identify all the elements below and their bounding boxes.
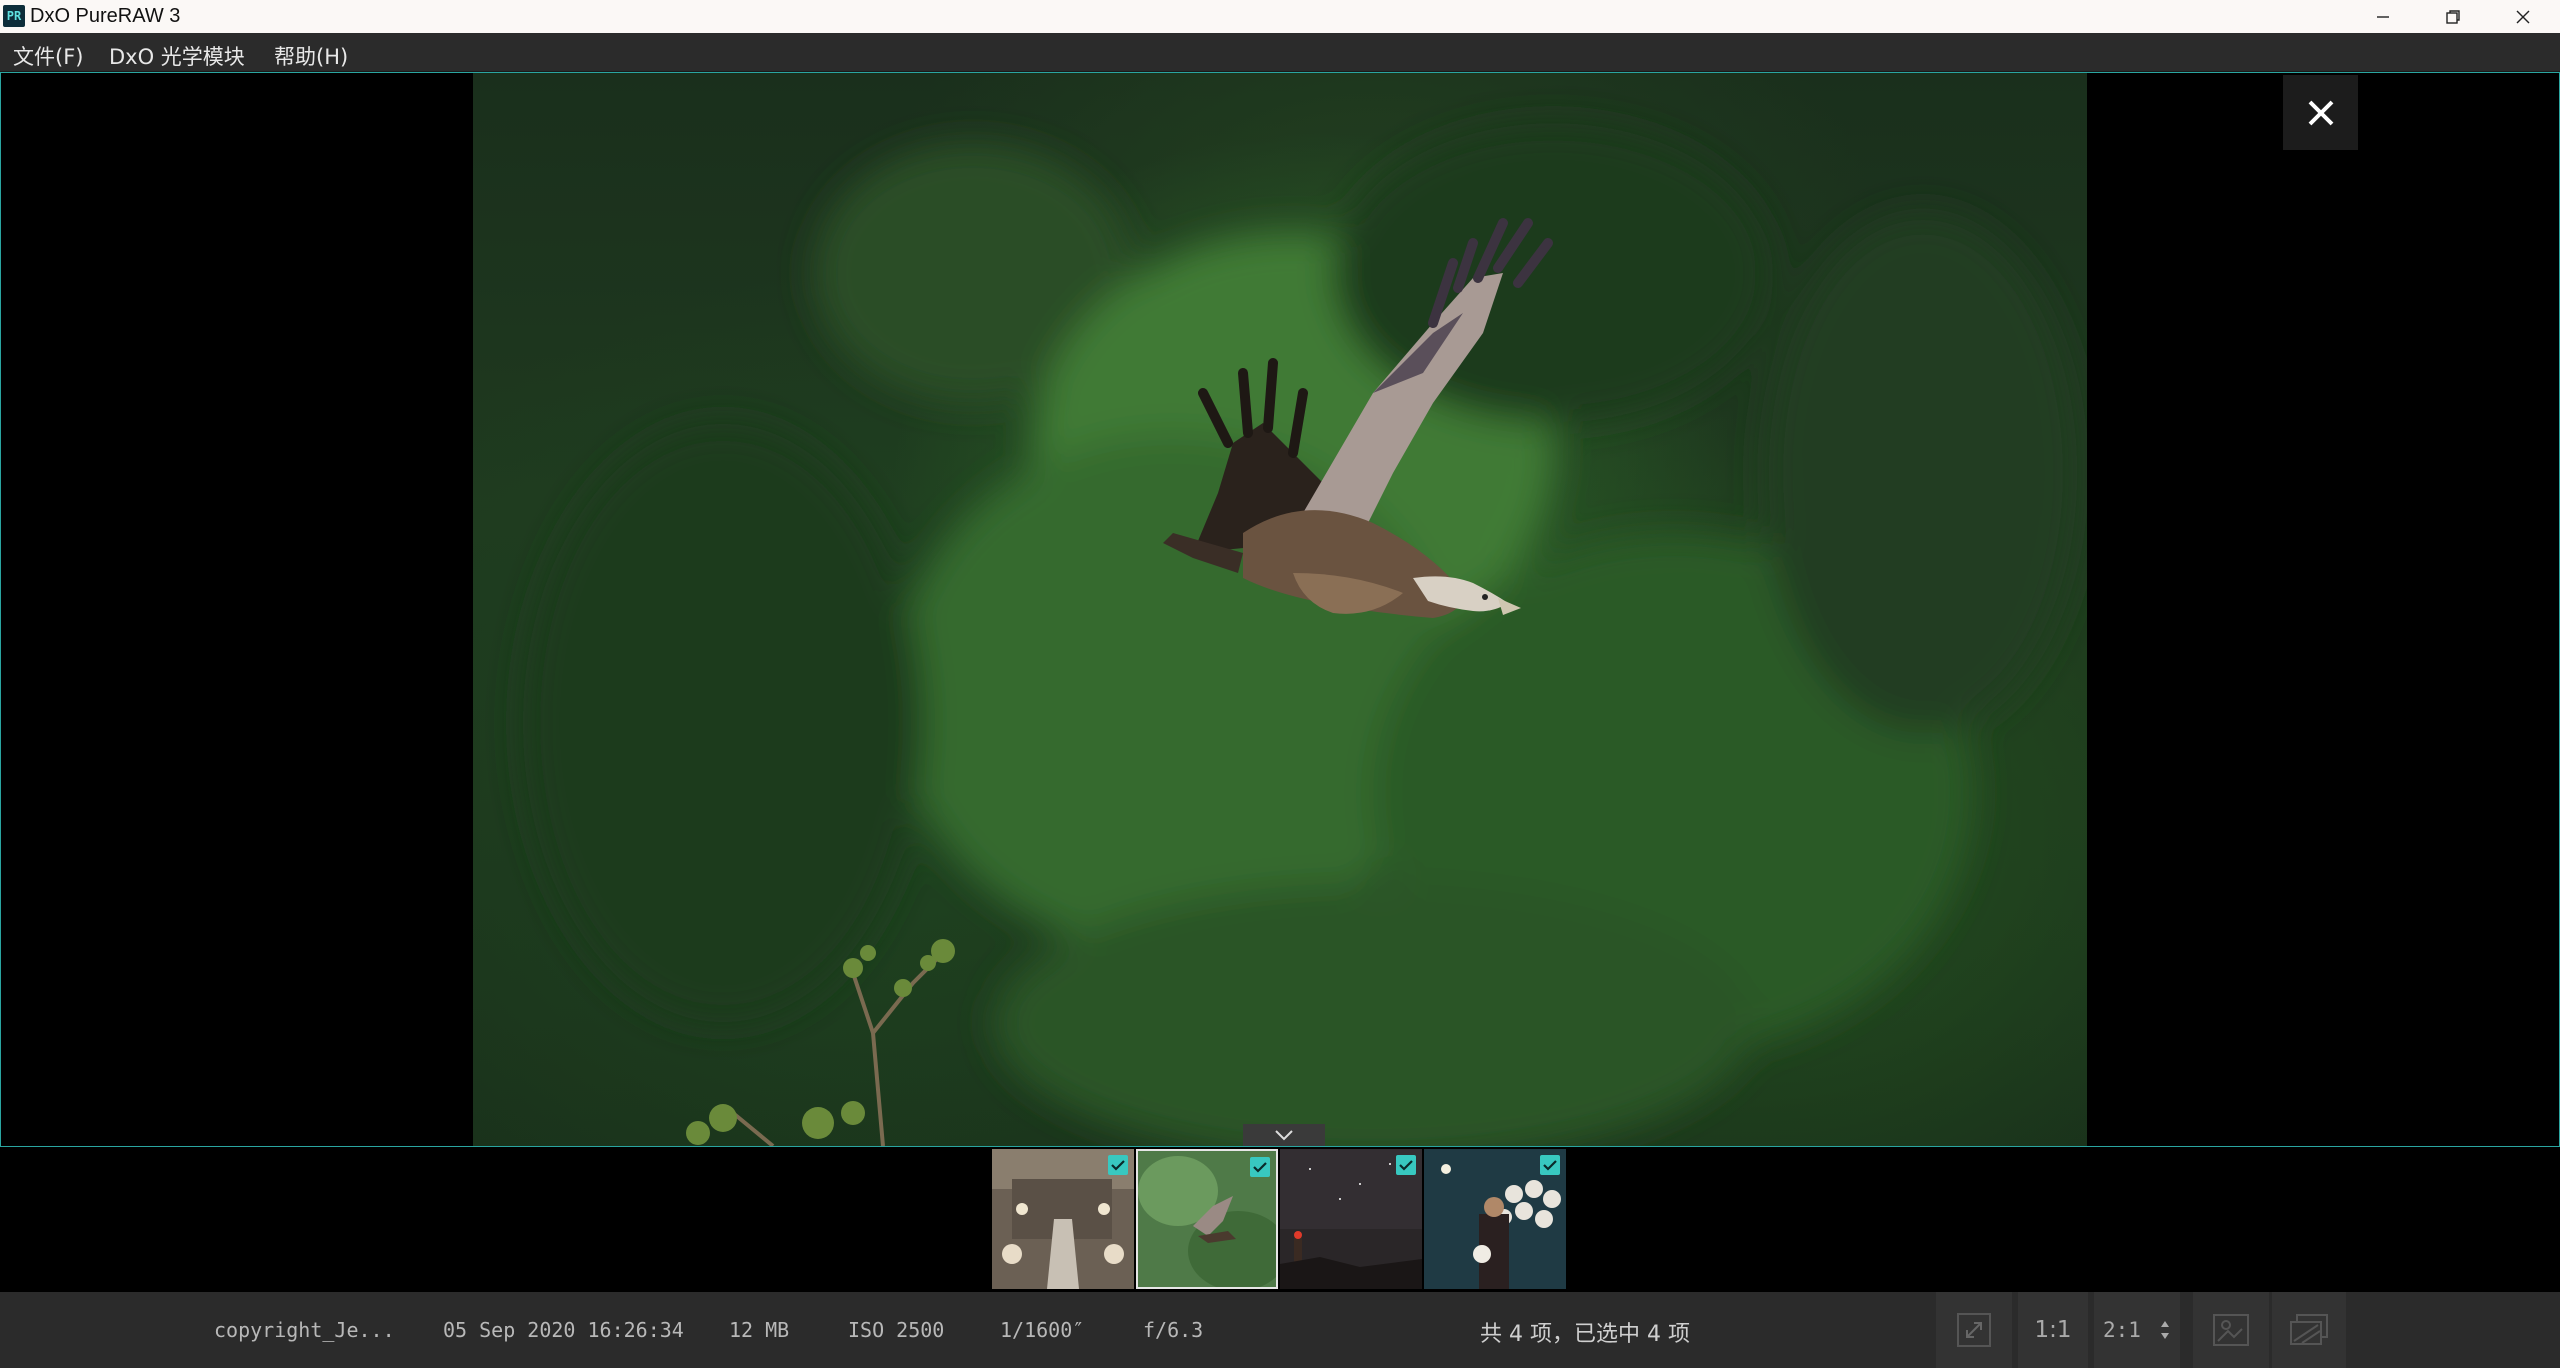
thumbnail-checkbox[interactable] — [1108, 1155, 1128, 1175]
check-icon — [1543, 1160, 1557, 1171]
file-size: 12 MB — [729, 1318, 790, 1342]
thumbnail-vulture[interactable] — [1136, 1149, 1278, 1289]
stepper-arrows-icon — [2160, 1321, 2169, 1339]
selection-count: 共 4 项，已选中 4 项 — [1480, 1322, 1690, 1347]
zoom-2-1-stepper[interactable]: 2:1 — [2094, 1292, 2180, 1368]
capture-datetime: 05 Sep 2020 16:26:34 — [443, 1318, 684, 1342]
filmstrip — [0, 1147, 2560, 1291]
close-preview-button[interactable] — [2283, 75, 2358, 150]
copyright-text: copyright_Je... — [214, 1318, 395, 1342]
shutter-speed: 1/1600″ — [1000, 1318, 1085, 1342]
thumbnail-lighthouse[interactable] — [1280, 1149, 1422, 1289]
vulture-photo — [523, 123, 2083, 1146]
status-bar: copyright_Je... 05 Sep 2020 16:26:34 12 … — [0, 1292, 2560, 1368]
thumbnail-opera-house[interactable] — [992, 1149, 1134, 1289]
fit-screen-icon — [1957, 1313, 1991, 1347]
zoom-2-1-label: 2:1 — [2103, 1318, 2141, 1342]
zoom-1-1-label: 1:1 — [2034, 1317, 2072, 1343]
aperture-value: f/6.3 — [1143, 1318, 1204, 1342]
check-icon — [1253, 1162, 1267, 1173]
zoom-1-1-button[interactable]: 1:1 — [2018, 1292, 2088, 1368]
fit-to-screen-button[interactable] — [1936, 1292, 2012, 1368]
title-bar: PR DxO PureRAW 3 — [0, 0, 2560, 33]
app-icon: PR — [3, 5, 25, 27]
menu-file[interactable]: 文件(F) — [7, 39, 89, 73]
image-compare-icon — [2213, 1314, 2249, 1346]
minimize-button[interactable] — [2348, 0, 2418, 33]
restore-icon — [2446, 9, 2460, 24]
check-icon — [1111, 1160, 1125, 1171]
minimize-icon — [2377, 15, 2389, 18]
collapse-filmstrip-button[interactable] — [1243, 1124, 1325, 1146]
menu-bar: 文件(F) DxO 光学模块 帮助(H) — [0, 33, 2560, 72]
preview-image — [473, 73, 2087, 1146]
compare-view-button[interactable] — [2193, 1292, 2269, 1368]
iso-value: ISO 2500 — [848, 1318, 945, 1342]
layers-icon — [2290, 1314, 2328, 1345]
chevron-down-icon — [1275, 1130, 1293, 1141]
restore-button[interactable] — [2418, 0, 2488, 33]
image-viewer[interactable] — [0, 72, 2560, 1147]
thumbnail-checkbox[interactable] — [1540, 1155, 1560, 1175]
close-window-icon — [2516, 10, 2530, 23]
menu-help[interactable]: 帮助(H) — [268, 39, 354, 73]
menu-dxo-optics-modules[interactable]: DxO 光学模块 — [103, 39, 251, 73]
check-icon — [1399, 1160, 1413, 1171]
batch-process-button[interactable] — [2272, 1292, 2346, 1368]
window-title: DxO PureRAW 3 — [30, 5, 181, 27]
close-window-button[interactable] — [2488, 0, 2558, 33]
thumbnail-portrait[interactable] — [1424, 1149, 1566, 1289]
close-icon — [2308, 100, 2333, 125]
thumbnail-checkbox[interactable] — [1396, 1155, 1416, 1175]
thumbnail-checkbox[interactable] — [1250, 1157, 1270, 1177]
